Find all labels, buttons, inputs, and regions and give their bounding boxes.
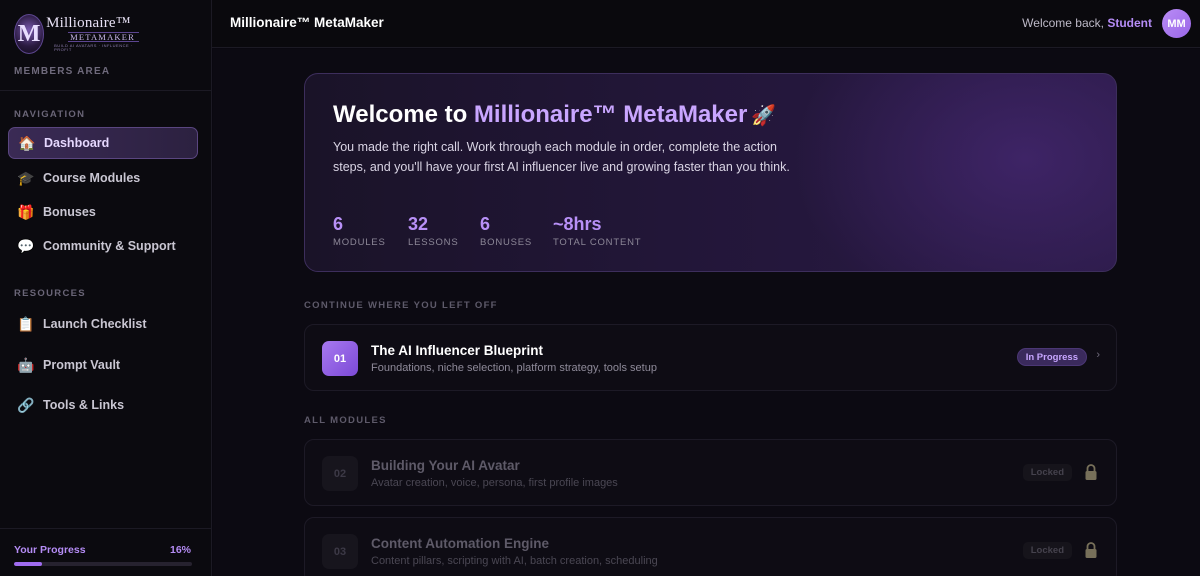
- continue-module-card[interactable]: 01 The AI Influencer Blueprint Foundatio…: [304, 324, 1117, 391]
- speech-bubble-icon: 💬: [17, 237, 35, 254]
- app-title: Millionaire™ MetaMaker: [230, 15, 384, 30]
- hero-description: You made the right call. Work through ea…: [333, 140, 790, 174]
- module-subtitle: Foundations, niche selection, platform s…: [371, 362, 657, 374]
- module-number: 03: [322, 534, 358, 569]
- sidebar-item-dashboard[interactable]: 🏠 Dashboard: [8, 127, 198, 159]
- hero-title-prefix: Welcome to: [333, 101, 474, 128]
- logo-line2: METAMAKER: [68, 31, 139, 43]
- hero-title: Welcome to Millionaire™ MetaMaker 🚀: [333, 101, 776, 129]
- stat-value: ~8hrs: [553, 214, 602, 234]
- sidebar-item-label: Bonuses: [43, 205, 96, 219]
- module-subtitle: Avatar creation, voice, persona, first p…: [371, 477, 618, 489]
- status-badge: Locked: [1022, 464, 1072, 481]
- gift-icon: 🎁: [17, 203, 35, 220]
- module-number: 01: [322, 341, 358, 376]
- house-icon: 🏠: [18, 134, 36, 151]
- sidebar-item-prompt-vault[interactable]: 🤖 Prompt Vault: [8, 349, 198, 381]
- welcome-prefix: Welcome back,: [1022, 16, 1104, 30]
- module-title: Content Automation Engine: [371, 536, 549, 551]
- clipboard-icon: 📋: [17, 315, 35, 332]
- stat-modules: 6 MODULES: [333, 214, 386, 248]
- stat-label: TOTAL CONTENT: [553, 237, 642, 248]
- sidebar-item-launch-checklist[interactable]: 📋 Launch Checklist: [8, 308, 198, 340]
- stat-value: 6: [333, 214, 344, 234]
- sidebar-item-label: Prompt Vault: [43, 358, 121, 372]
- stat-value: 6: [480, 214, 491, 234]
- all-modules-heading: ALL MODULES: [304, 415, 387, 426]
- stat-value: 32: [408, 214, 429, 234]
- sidebar-item-label: Dashboard: [44, 136, 110, 150]
- sidebar-item-course-modules[interactable]: 🎓 Course Modules: [8, 162, 198, 194]
- brand-logo[interactable]: M Millionaire™ METAMAKER BUILD AI AVATAR…: [14, 12, 139, 56]
- stat-lessons: 32 LESSONS: [408, 214, 458, 248]
- module-card-03[interactable]: 03 Content Automation Engine Content pil…: [304, 517, 1117, 576]
- link-icon: 🔗: [17, 396, 35, 413]
- lock-icon: [1085, 464, 1097, 480]
- module-title: Building Your AI Avatar: [371, 458, 520, 473]
- module-card-02[interactable]: 02 Building Your AI Avatar Avatar creati…: [304, 439, 1117, 506]
- logo-line1: Millionaire™: [46, 14, 131, 31]
- lock-icon: [1085, 542, 1097, 558]
- top-bar: Millionaire™ MetaMaker Welcome back, Stu…: [212, 0, 1200, 48]
- progress-label: Your Progress: [14, 544, 86, 556]
- stat-label: LESSONS: [408, 237, 459, 248]
- welcome-message: Welcome back, Student: [1022, 16, 1152, 30]
- main-content: Welcome to Millionaire™ MetaMaker 🚀 You m…: [213, 49, 1200, 576]
- graduation-cap-icon: 🎓: [17, 169, 35, 186]
- progress-percent: 16%: [169, 544, 191, 556]
- chevron-right-icon: ›: [1096, 349, 1100, 361]
- sidebar-item-label: Launch Checklist: [43, 317, 147, 331]
- hero-title-accent: Millionaire™ MetaMaker: [473, 101, 748, 128]
- members-area-label: MEMBERS AREA: [14, 66, 111, 77]
- sidebar-divider: [0, 90, 211, 91]
- welcome-hero-card: Welcome to Millionaire™ MetaMaker 🚀 You m…: [304, 73, 1117, 272]
- continue-section-heading: CONTINUE WHERE YOU LEFT OFF: [304, 300, 498, 311]
- logo-emblem-icon: M: [14, 14, 45, 54]
- resources-section-label: RESOURCES: [14, 288, 86, 299]
- logo-line3: BUILD AI AVATARS · INFLUENCE · PROFIT: [54, 43, 133, 53]
- stat-label: MODULES: [333, 237, 386, 248]
- logo-wordmark: Millionaire™ METAMAKER BUILD AI AVATARS …: [46, 14, 139, 53]
- progress-bar: [14, 562, 192, 566]
- stat-total-content: ~8hrs TOTAL CONTENT: [553, 214, 641, 248]
- status-badge: Locked: [1022, 542, 1072, 559]
- rocket-icon: 🚀: [751, 105, 777, 127]
- progress-bar-fill: [14, 562, 43, 566]
- module-title: The AI Influencer Blueprint: [371, 343, 544, 358]
- user-name: Student: [1107, 16, 1152, 30]
- sidebar-item-label: Course Modules: [43, 171, 141, 185]
- sidebar-item-community-support[interactable]: 💬 Community & Support: [8, 230, 198, 262]
- robot-icon: 🤖: [17, 356, 35, 373]
- module-number: 02: [322, 456, 358, 491]
- sidebar-item-tools-links[interactable]: 🔗 Tools & Links: [8, 389, 198, 421]
- stat-label: BONUSES: [480, 237, 533, 248]
- avatar[interactable]: MM: [1162, 9, 1191, 38]
- navigation-section-label: NAVIGATION: [14, 109, 86, 120]
- status-badge: In Progress: [1016, 348, 1087, 366]
- sidebar: M Millionaire™ METAMAKER BUILD AI AVATAR…: [0, 0, 212, 576]
- module-subtitle: Content pillars, scripting with AI, batc…: [371, 555, 658, 567]
- progress-panel: Your Progress 16%: [0, 528, 211, 576]
- stat-bonuses: 6 BONUSES: [480, 214, 532, 248]
- sidebar-item-label: Community & Support: [43, 239, 176, 253]
- sidebar-item-bonuses[interactable]: 🎁 Bonuses: [8, 196, 198, 228]
- sidebar-item-label: Tools & Links: [43, 398, 125, 412]
